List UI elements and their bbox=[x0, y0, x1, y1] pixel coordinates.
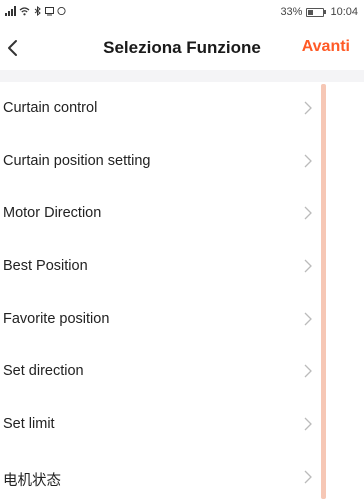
list-item[interactable]: Set direction bbox=[0, 345, 320, 399]
status-icons bbox=[5, 6, 66, 16]
list-item[interactable]: Best Position bbox=[0, 240, 320, 293]
chevron-right-icon bbox=[304, 470, 312, 484]
chevron-right-icon bbox=[304, 417, 312, 431]
wifi-icon bbox=[19, 7, 30, 16]
list-item-label: 电机状态 bbox=[3, 472, 61, 489]
list-item-label: Favorite position bbox=[3, 310, 110, 327]
list-item-label: Motor Direction bbox=[3, 205, 102, 222]
list-item[interactable]: Curtain control bbox=[0, 82, 320, 135]
list-item-label: Best Position bbox=[3, 258, 88, 275]
chat-app-icon bbox=[57, 6, 66, 16]
chevron-right-icon bbox=[304, 259, 312, 273]
list-item[interactable]: Curtain position setting bbox=[0, 134, 320, 188]
list-item[interactable]: Set limit bbox=[0, 398, 320, 451]
list-item[interactable]: 电机状态 bbox=[0, 450, 320, 504]
clock: 10:04 bbox=[330, 6, 358, 18]
scrollbar[interactable] bbox=[321, 84, 326, 499]
list-item-label: Curtain position setting bbox=[3, 152, 151, 169]
status-right: 33% 10:04 bbox=[280, 6, 358, 18]
screen-cast-icon bbox=[45, 7, 54, 16]
status-bar: 33% 10:04 bbox=[0, 0, 364, 26]
next-button[interactable]: Avanti bbox=[302, 38, 350, 56]
list-item-label: Curtain control bbox=[3, 100, 98, 116]
battery-icon bbox=[306, 7, 327, 17]
list-item-label: Set limit bbox=[3, 416, 55, 433]
chevron-right-icon bbox=[304, 312, 312, 326]
list-item[interactable]: Favorite position bbox=[0, 292, 320, 346]
function-list: Curtain control Curtain position setting… bbox=[0, 82, 364, 504]
list-item-label: Set direction bbox=[3, 363, 84, 380]
chevron-right-icon bbox=[304, 154, 312, 168]
chevron-right-icon bbox=[304, 364, 312, 378]
battery-percent: 33% bbox=[280, 6, 303, 18]
signal-icon bbox=[5, 6, 16, 16]
section-divider bbox=[0, 70, 364, 82]
chevron-right-icon bbox=[304, 101, 312, 115]
chevron-right-icon bbox=[304, 206, 312, 220]
nav-bar: Seleziona Funzione Avanti bbox=[0, 26, 364, 70]
bluetooth-icon bbox=[34, 6, 41, 16]
list-item[interactable]: Motor Direction bbox=[0, 187, 320, 241]
